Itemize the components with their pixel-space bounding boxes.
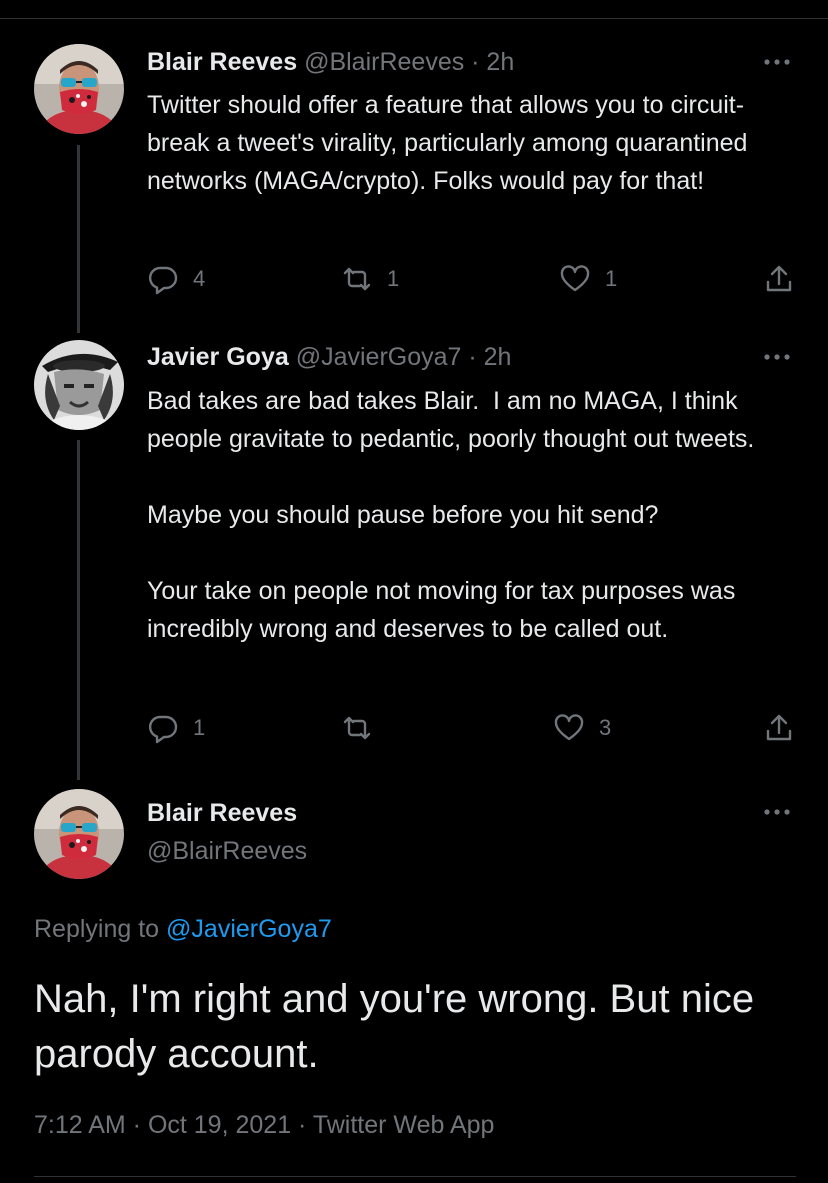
replying-handle-link[interactable]: @JavierGoya7	[166, 915, 332, 943]
replying-prefix: Replying to	[34, 915, 167, 943]
share-button[interactable]	[763, 708, 795, 748]
retweet-icon	[343, 716, 371, 740]
display-name[interactable]: Blair Reeves	[147, 796, 297, 830]
reply-icon	[148, 715, 178, 744]
thread-line	[77, 145, 80, 333]
display-name[interactable]: Blair Reeves	[147, 48, 297, 76]
thread-line	[77, 440, 80, 780]
replying-to: Replying to @JavierGoya7	[34, 912, 332, 946]
avatar-black-white-portrait-icon	[34, 340, 124, 430]
share-icon	[766, 714, 792, 741]
avatar[interactable]	[34, 44, 124, 134]
retweet-button[interactable]: 1	[341, 259, 399, 299]
tweet-actions: 4 1 1	[147, 259, 797, 299]
share-button[interactable]	[763, 259, 795, 299]
tweet-text: Bad takes are bad takes Blair. I am no M…	[147, 387, 755, 643]
retweet-button[interactable]	[341, 708, 387, 748]
like-count: 3	[599, 715, 612, 740]
more-icon[interactable]	[762, 802, 792, 822]
tweet-meta[interactable]: 7:12 AM · Oct 19, 2021 · Twitter Web App	[34, 1108, 494, 1142]
reply-icon	[148, 266, 178, 295]
avatar-sunglasses-mask-icon	[34, 789, 124, 879]
bottom-divider	[34, 1176, 796, 1177]
more-icon[interactable]	[762, 52, 792, 72]
handle-time[interactable]: @JavierGoya7 · 2h	[296, 343, 512, 371]
tweet-header: Javier Goya @JavierGoya7 · 2h	[147, 342, 511, 372]
tweet-text: Twitter should offer a feature that allo…	[147, 91, 755, 195]
handle-time[interactable]: @BlairReeves · 2h	[304, 48, 514, 76]
avatar[interactable]	[34, 789, 124, 879]
share-icon	[766, 265, 792, 292]
like-icon	[560, 265, 590, 292]
retweet-count: 1	[387, 266, 400, 291]
handle[interactable]: @BlairReeves	[147, 834, 307, 868]
like-icon	[554, 714, 584, 741]
reply-button[interactable]: 4	[147, 259, 205, 299]
like-button[interactable]: 1	[559, 259, 617, 299]
tweet-actions: 1 3	[147, 708, 797, 748]
top-divider	[0, 18, 828, 19]
retweet-icon	[343, 267, 371, 291]
main-tweet-text: Nah, I'm right and you're wrong. But nic…	[34, 977, 755, 1076]
reply-button[interactable]: 1	[147, 708, 205, 748]
more-icon[interactable]	[762, 347, 792, 367]
reply-count: 4	[193, 266, 206, 291]
like-button[interactable]: 3	[553, 708, 611, 748]
avatar[interactable]	[34, 340, 124, 430]
reply-count: 1	[193, 715, 206, 740]
display-name[interactable]: Javier Goya	[147, 343, 289, 371]
avatar-sunglasses-mask-icon	[34, 44, 124, 134]
tweet-header: Blair Reeves @BlairReeves · 2h	[147, 47, 514, 77]
like-count: 1	[605, 266, 618, 291]
